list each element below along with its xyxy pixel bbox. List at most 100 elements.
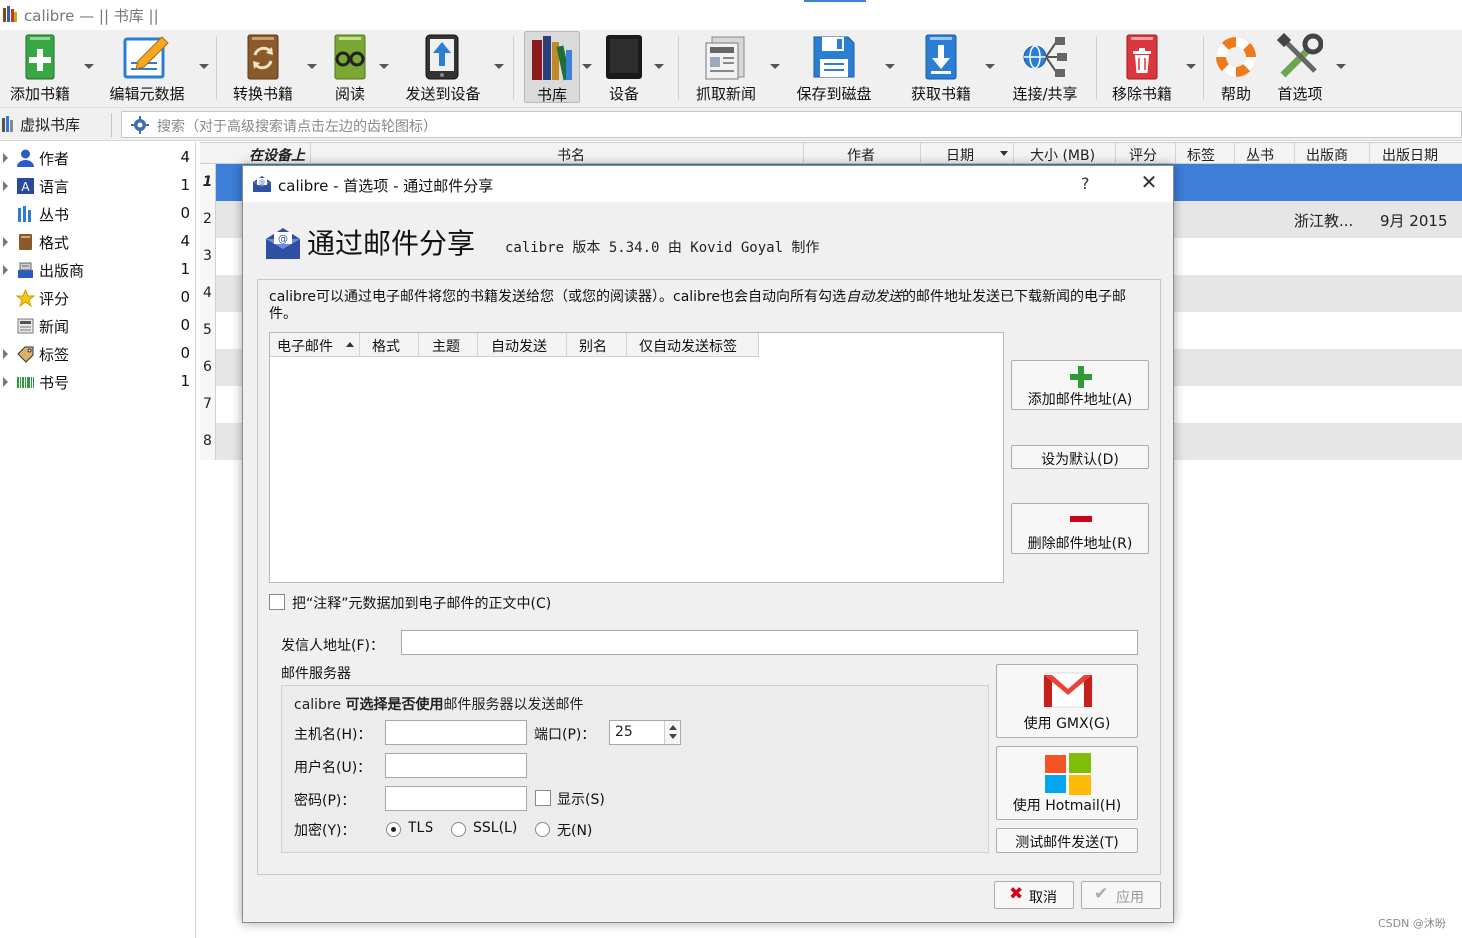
- column-alias[interactable]: 别名: [579, 336, 607, 356]
- column-tags[interactable]: 标签: [1187, 145, 1215, 165]
- column-rating[interactable]: 评分: [1129, 145, 1157, 165]
- publisher-cell: 浙江教...: [1294, 212, 1354, 230]
- column-pubdate[interactable]: 出版日期: [1382, 145, 1438, 165]
- send-from-input[interactable]: [401, 630, 1138, 655]
- expand-arrow-icon[interactable]: [3, 265, 8, 275]
- remove-email-button[interactable]: 删除邮件地址(R): [1011, 503, 1149, 554]
- encryption-none-label: 无(N): [557, 823, 593, 839]
- row-number[interactable]: 5: [200, 312, 216, 349]
- virtual-library-button[interactable]: 虚拟书库: [2, 114, 80, 136]
- decrement-arrow-icon[interactable]: [669, 734, 677, 739]
- fetch-news-dropdown-arrow[interactable]: [770, 64, 780, 69]
- preferences-dropdown-arrow[interactable]: [1336, 64, 1346, 69]
- convert-books-dropdown-arrow[interactable]: [307, 64, 317, 69]
- row-number[interactable]: 6: [200, 349, 216, 386]
- tag-browser-item[interactable]: 丛书 0: [0, 200, 196, 228]
- encryption-none-radio[interactable]: [535, 822, 550, 837]
- hostname-input[interactable]: [385, 720, 527, 745]
- username-label: 用户名(U)：: [294, 760, 372, 776]
- row-number[interactable]: 2: [200, 201, 216, 238]
- email-share-header-icon: @: [266, 228, 300, 259]
- library-button[interactable]: 书库: [524, 31, 580, 104]
- increment-arrow-icon[interactable]: [669, 725, 677, 730]
- add-books-button[interactable]: 添加书籍: [4, 30, 76, 104]
- expand-arrow-icon[interactable]: [3, 181, 8, 191]
- add-comments-checkbox[interactable]: [269, 594, 285, 610]
- column-author[interactable]: 作者: [847, 145, 875, 165]
- port-spinbox[interactable]: 25: [609, 720, 681, 745]
- encryption-ssl-radio[interactable]: [451, 822, 466, 837]
- view-button[interactable]: 阅读: [322, 30, 378, 104]
- apply-button[interactable]: ✔ 应用: [1081, 881, 1161, 909]
- column-series[interactable]: 丛书: [1246, 145, 1274, 165]
- get-books-dropdown-arrow[interactable]: [985, 64, 995, 69]
- expand-arrow-icon[interactable]: [3, 153, 8, 163]
- password-input[interactable]: [385, 786, 527, 811]
- library-dropdown-arrow[interactable]: [582, 64, 592, 69]
- tag-browser-item[interactable]: 格式 4: [0, 228, 196, 256]
- column-date[interactable]: 日期: [946, 145, 974, 165]
- email-accounts-table[interactable]: 电子邮件 格式 主题 自动发送 别名 仅自动发送标签: [269, 332, 1004, 583]
- username-input[interactable]: [385, 753, 527, 778]
- row-number[interactable]: 3: [200, 238, 216, 275]
- test-email-button[interactable]: 测试邮件发送(T): [996, 828, 1138, 853]
- column-auto-send[interactable]: 自动发送: [491, 336, 547, 356]
- expand-arrow-icon[interactable]: [3, 349, 8, 359]
- edit-metadata-dropdown-arrow[interactable]: [199, 64, 209, 69]
- row-number[interactable]: 8: [200, 423, 216, 460]
- column-title[interactable]: 书名: [557, 145, 585, 165]
- use-gmx-button[interactable]: 使用 GMX(G): [996, 664, 1138, 738]
- save-to-disk-dropdown-arrow[interactable]: [885, 64, 895, 69]
- row-number[interactable]: 4: [200, 275, 216, 312]
- column-on-device[interactable]: 在设备上: [249, 145, 305, 165]
- add-email-button[interactable]: 添加邮件地址(A): [1011, 360, 1149, 410]
- remove-books-button[interactable]: 移除书籍: [1106, 30, 1178, 104]
- use-hotmail-button[interactable]: 使用 Hotmail(H): [996, 746, 1138, 820]
- tag-browser-item[interactable]: A 语言 1: [0, 172, 196, 200]
- make-default-button[interactable]: 设为默认(D): [1011, 445, 1149, 469]
- search-input[interactable]: 搜索（对于高级搜索请点击左边的齿轮图标）: [121, 111, 1462, 138]
- column-formats[interactable]: 格式: [372, 336, 400, 356]
- send-to-device-button[interactable]: 发送到设备: [400, 30, 486, 104]
- device-dropdown-arrow[interactable]: [654, 64, 664, 69]
- column-size[interactable]: 大小 (MB): [1030, 145, 1095, 165]
- column-subject[interactable]: 主题: [432, 336, 460, 356]
- column-publisher[interactable]: 出版商: [1306, 145, 1348, 165]
- tag-browser-item[interactable]: 出版商 1: [0, 256, 196, 284]
- port-stepper[interactable]: [664, 721, 680, 744]
- help-button[interactable]: 帮助: [1210, 30, 1262, 104]
- save-to-disk-button[interactable]: 保存到磁盘: [792, 30, 876, 104]
- show-password-checkbox[interactable]: [535, 790, 551, 806]
- gear-icon[interactable]: [131, 116, 149, 134]
- fetch-news-button[interactable]: 抓取新闻: [688, 30, 764, 104]
- cancel-button[interactable]: ✖ 取消: [994, 881, 1074, 909]
- send-to-device-dropdown-arrow[interactable]: [494, 64, 504, 69]
- add-books-dropdown-arrow[interactable]: [84, 64, 94, 69]
- tag-browser-item[interactable]: 新闻 0: [0, 312, 196, 340]
- title-accent-line: [804, 0, 866, 2]
- column-separator: [418, 333, 419, 357]
- preferences-button[interactable]: 首选项: [1268, 30, 1332, 104]
- row-number[interactable]: 7: [200, 386, 216, 423]
- column-email[interactable]: 电子邮件: [277, 336, 333, 356]
- column-separator: [1369, 143, 1370, 164]
- tag-browser-item[interactable]: 标签 0: [0, 340, 196, 368]
- tag-browser-item[interactable]: 评分 0: [0, 284, 196, 312]
- dialog-help-button[interactable]: ?: [1081, 174, 1090, 193]
- device-button[interactable]: 设备: [598, 30, 650, 104]
- column-auto-send-tags[interactable]: 仅自动发送标签: [639, 336, 737, 356]
- tag-browser-item[interactable]: 书号 1: [0, 368, 196, 396]
- row-number[interactable]: 1: [200, 164, 216, 201]
- expand-arrow-icon[interactable]: [3, 377, 8, 387]
- remove-books-dropdown-arrow[interactable]: [1186, 64, 1196, 69]
- get-books-button[interactable]: 获取书籍: [904, 30, 978, 104]
- dialog-close-button[interactable]: ✕: [1135, 170, 1163, 198]
- tag-browser-item[interactable]: 作者 4: [0, 144, 196, 172]
- encryption-tls-radio[interactable]: [386, 822, 401, 837]
- view-dropdown-arrow[interactable]: [379, 64, 389, 69]
- expand-arrow-icon[interactable]: [3, 237, 8, 247]
- remove-email-label: 删除邮件地址(R): [1027, 536, 1133, 552]
- edit-metadata-button[interactable]: 编辑元数据: [104, 30, 190, 104]
- convert-books-button[interactable]: 转换书籍: [224, 30, 302, 104]
- connect-share-button[interactable]: 连接/共享: [1006, 30, 1084, 104]
